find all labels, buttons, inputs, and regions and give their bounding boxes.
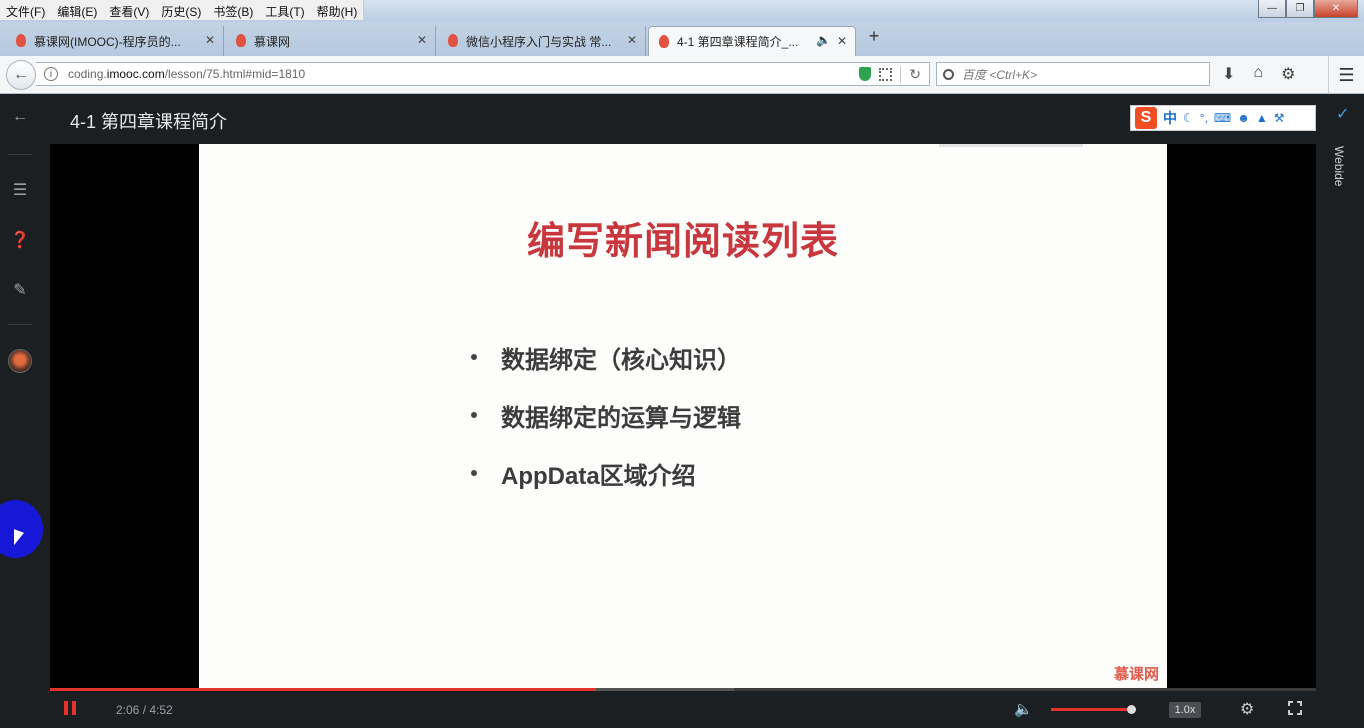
slide-bullet: 数据绑定的运算与逻辑 [471,386,741,444]
new-tab-button[interactable]: + [864,26,884,50]
divider [8,324,32,325]
slide-bullets: 数据绑定（核心知识） 数据绑定的运算与逻辑 AppData区域介绍 [471,328,741,502]
download-icon[interactable]: ⬇ [1222,64,1235,84]
info-icon[interactable]: i [44,67,58,81]
divider [8,154,32,155]
shield-icon[interactable] [859,67,872,81]
tab-strip: 慕课网(IMOOC)-程序员的... ✕ 慕课网 ✕ 微信小程序入门与实战 常.… [0,22,1364,56]
cursor-highlight [0,500,43,558]
volume-slider[interactable] [1051,705,1136,714]
volume-fill [1051,708,1131,711]
slide-bullet: 数据绑定（核心知识） [471,328,741,386]
left-rail: ← ☰ ❓ ✎ [0,94,43,728]
close-icon[interactable]: ✕ [837,34,847,48]
window-titlebar: 文件(F) 编辑(E) 查看(V) 历史(S) 书签(B) 工具(T) 帮助(H… [0,0,1364,22]
search-bar[interactable]: 百度 <Ctrl+K> [936,62,1210,86]
menu-file[interactable]: 文件(F) [0,0,51,20]
tab-imooc-home[interactable]: 慕课网(IMOOC)-程序员的... ✕ [6,26,224,56]
nav-bar: ← i coding.imooc.com/lesson/75.html#mid=… [0,56,1364,94]
slide-title: 编写新闻阅读列表 [526,221,839,263]
hamburger-menu-icon[interactable]: ☰ [1328,56,1364,94]
menu-history[interactable]: 历史(S) [155,0,207,20]
page-title: 4-1 第四章课程简介 [70,112,228,132]
menu-tools[interactable]: 工具(T) [259,0,310,20]
search-input[interactable]: 百度 <Ctrl+K> [962,66,1037,83]
home-icon[interactable]: ⌂ [1253,64,1263,84]
reload-icon[interactable]: ↻ [900,65,921,83]
maximize-button[interactable]: ❐ [1286,0,1314,18]
slide-bullet: AppData区域介绍 [471,444,741,502]
menu-edit[interactable]: 编辑(E) [51,0,103,20]
punctuation-icon[interactable]: °, [1200,111,1208,125]
fullscreen-icon[interactable] [1287,700,1303,716]
tab-label: 微信小程序入门与实战 常... [466,34,612,49]
webide-label[interactable]: Webide [1332,146,1346,186]
user-icon[interactable]: ☻ [1237,111,1250,125]
lesson-header: 4-1 第四章课程简介 S 中 ☾ °, ⌨ ☻ ▲ ⚒ [40,94,1326,144]
ime-toolbar[interactable]: S 中 ☾ °, ⌨ ☻ ▲ ⚒ [1130,105,1316,131]
bullet-text: 数据绑定的运算与逻辑 [501,404,741,432]
url-text[interactable]: coding.imooc.com/lesson/75.html#mid=1810 [68,67,859,81]
bullet-dot [471,412,477,418]
pause-icon[interactable] [64,701,76,715]
close-icon[interactable]: ✕ [627,33,637,47]
nav-icons: ⬇ ⌂ ⚙ [1222,64,1295,84]
volume-knob[interactable] [1127,705,1136,714]
video-player[interactable]: 编写新闻阅读列表 数据绑定（核心知识） 数据绑定的运算与逻辑 AppData区域… [50,144,1316,688]
imooc-flame-icon [659,35,669,48]
close-icon[interactable]: ✕ [417,33,427,47]
mouse-cursor-icon [14,529,24,549]
address-bar[interactable]: i coding.imooc.com/lesson/75.html#mid=18… [36,62,930,86]
slide: 编写新闻阅读列表 数据绑定（核心知识） 数据绑定的运算与逻辑 AppData区域… [199,144,1167,688]
qr-code-icon[interactable] [879,67,893,81]
speed-button[interactable]: 1.0x [1169,702,1201,718]
bullet-text: AppData区域介绍 [501,462,696,490]
menu-help[interactable]: 帮助(H) [311,0,364,20]
menu-bookmarks[interactable]: 书签(B) [207,0,259,20]
minimize-button[interactable]: — [1258,0,1286,18]
lightning-icon[interactable]: ✓ [1336,104,1349,124]
progress-track[interactable] [50,688,1316,691]
gear-icon[interactable]: ⚙ [1240,699,1254,719]
arrow-left-icon[interactable]: ← [10,108,30,128]
slide-top-bar [939,144,1083,147]
wrench-icon[interactable]: ⚒ [1274,111,1285,125]
tab-label: 慕课网 [254,34,291,49]
progress-played [50,688,596,691]
close-icon[interactable]: ✕ [205,33,215,47]
tab-imooc[interactable]: 慕课网 ✕ [226,26,436,56]
keyboard-icon[interactable]: ⌨ [1214,111,1231,125]
imooc-flame-icon [236,34,246,47]
imooc-watermark-logo: 慕课网 [1113,666,1159,683]
right-rail: ✓ Webide [1326,94,1364,728]
bullet-text: 数据绑定（核心知识） [501,346,741,374]
search-icon [943,68,954,80]
url-icons: ↻ [859,65,921,83]
tab-label: 慕课网(IMOOC)-程序员的... [34,34,181,49]
moon-icon[interactable]: ☾ [1183,111,1194,125]
menu-view[interactable]: 查看(V) [103,0,155,20]
pencil-icon[interactable]: ✎ [10,280,30,300]
tab-lesson-active[interactable]: 4-1 第四章课程简介_... 🔈 ✕ [648,26,856,56]
avatar[interactable] [8,349,32,373]
back-button[interactable]: ← [6,60,36,90]
imooc-flame-icon [448,34,458,47]
bullet-dot [471,470,477,476]
sogou-logo-icon[interactable]: S [1135,107,1157,129]
tab-wechat-course[interactable]: 微信小程序入门与实战 常... ✕ [438,26,646,56]
time-display: 2:06 / 4:52 [116,703,173,717]
close-window-button[interactable]: ✕ [1314,0,1358,18]
bullet-dot [471,354,477,360]
list-icon[interactable]: ☰ [10,180,30,200]
gear-icon[interactable]: ⚙ [1281,64,1295,84]
window-controls: — ❐ ✕ [1258,0,1358,18]
player-controls: 2:06 / 4:52 🔈 1.0x ⚙ [50,688,1316,728]
volume-icon[interactable]: 🔈 [1014,700,1033,718]
menu-bar: 文件(F) 编辑(E) 查看(V) 历史(S) 书签(B) 工具(T) 帮助(H… [0,0,365,20]
imooc-flame-icon [16,34,26,47]
ime-mode[interactable]: 中 [1163,108,1177,128]
question-icon[interactable]: ❓ [10,230,30,250]
speaker-icon[interactable]: 🔈 [816,33,831,47]
shirt-icon[interactable]: ▲ [1256,111,1268,125]
